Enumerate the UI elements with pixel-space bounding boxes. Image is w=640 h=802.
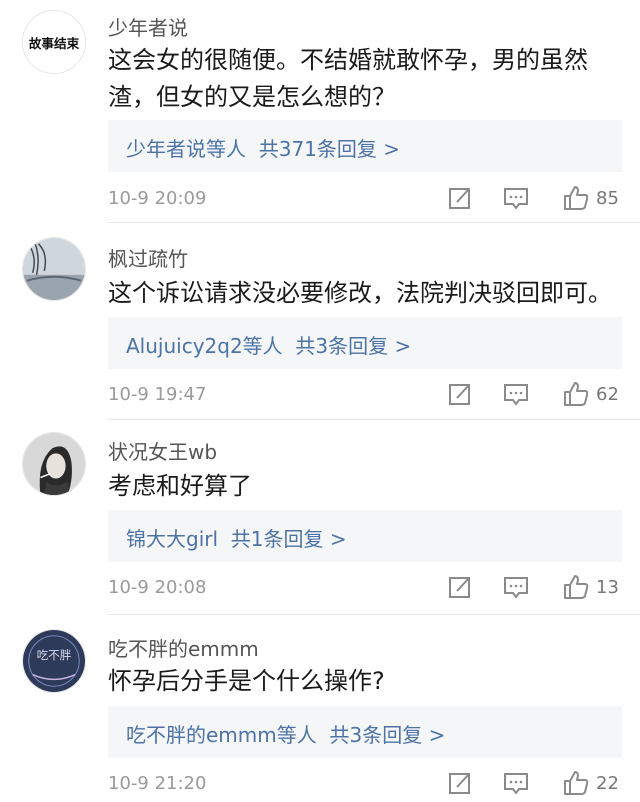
username[interactable]: 枫过疏竹	[108, 243, 188, 272]
comment-meta: 10-9 20:08 13	[108, 573, 640, 603]
comment-icon[interactable]	[502, 769, 530, 797]
comment-meta: 10-9 19:47 62	[108, 380, 640, 410]
comment-item: 枫过疏竹 这个诉讼请求没必要修改，法院判决驳回即可。 Alujuicy2q2等人…	[0, 223, 640, 419]
reply-summary[interactable]: 吃不胖的emmm等人 共3条回复 >	[108, 706, 622, 758]
timestamp: 10-9 20:08	[108, 577, 207, 598]
avatar[interactable]	[22, 237, 86, 301]
username[interactable]: 吃不胖的emmm	[108, 633, 259, 662]
like-count: 13	[596, 577, 619, 598]
username[interactable]: 状况女王wb	[108, 436, 217, 465]
like-count: 85	[596, 188, 619, 209]
comment-meta: 10-9 21:20 22	[108, 769, 640, 799]
comment-item: 故事结束 少年者说 这会女的很随便。不结婚就敢怀孕，男的虽然渣，但女的又是怎么想…	[0, 0, 640, 222]
avatar[interactable]: 故事结束	[22, 10, 86, 74]
like-icon[interactable]	[562, 769, 590, 797]
comment-item: 状况女王wb 考虑和好算了 锦大大girl 共1条回复 > 10-9 20:08…	[0, 420, 640, 614]
like-count: 22	[596, 773, 619, 794]
comment-icon[interactable]	[502, 573, 530, 601]
comment-icon[interactable]	[502, 184, 530, 212]
reply-users: 锦大大girl	[126, 527, 219, 551]
like-icon[interactable]	[562, 184, 590, 212]
reply-users: Alujuicy2q2等人	[126, 334, 283, 358]
reply-count: 共371条回复 >	[258, 137, 401, 161]
comment-icon[interactable]	[502, 380, 530, 408]
reply-count: 共3条回复 >	[329, 723, 446, 747]
avatar[interactable]	[22, 432, 86, 496]
svg-text:故事结束: 故事结束	[29, 36, 80, 51]
reply-summary[interactable]: 少年者说等人 共371条回复 >	[108, 120, 622, 172]
reply-count: 共3条回复 >	[295, 334, 412, 358]
comment-meta: 10-9 20:09 85	[108, 184, 640, 214]
avatar[interactable]: 吃不胖	[22, 629, 86, 693]
share-icon[interactable]	[446, 380, 474, 408]
comment-text: 这个诉讼请求没必要修改，法院判决驳回即可。	[108, 279, 612, 307]
svg-text:吃不胖: 吃不胖	[37, 648, 72, 662]
like-icon[interactable]	[562, 573, 590, 601]
like-icon[interactable]	[562, 380, 590, 408]
comment-text: 怀孕后分手是个什么操作?	[108, 667, 385, 695]
comment-text: 这会女的很随便。不结婚就敢怀孕，男的虽然渣，但女的又是怎么想的？	[108, 46, 588, 111]
like-count: 62	[596, 384, 619, 405]
share-icon[interactable]	[446, 769, 474, 797]
comment-text: 考虑和好算了	[108, 472, 252, 500]
reply-count: 共1条回复 >	[230, 527, 347, 551]
timestamp: 10-9 20:09	[108, 188, 207, 209]
username[interactable]: 少年者说	[108, 12, 188, 41]
share-icon[interactable]	[446, 184, 474, 212]
reply-users: 吃不胖的emmm等人	[126, 723, 317, 747]
timestamp: 10-9 19:47	[108, 384, 207, 405]
comment-item: 吃不胖 吃不胖的emmm 怀孕后分手是个什么操作? 吃不胖的emmm等人 共3条…	[0, 615, 640, 802]
reply-summary[interactable]: Alujuicy2q2等人 共3条回复 >	[108, 317, 622, 369]
reply-users: 少年者说等人	[126, 137, 246, 161]
share-icon[interactable]	[446, 573, 474, 601]
timestamp: 10-9 21:20	[108, 773, 207, 794]
reply-summary[interactable]: 锦大大girl 共1条回复 >	[108, 510, 622, 562]
